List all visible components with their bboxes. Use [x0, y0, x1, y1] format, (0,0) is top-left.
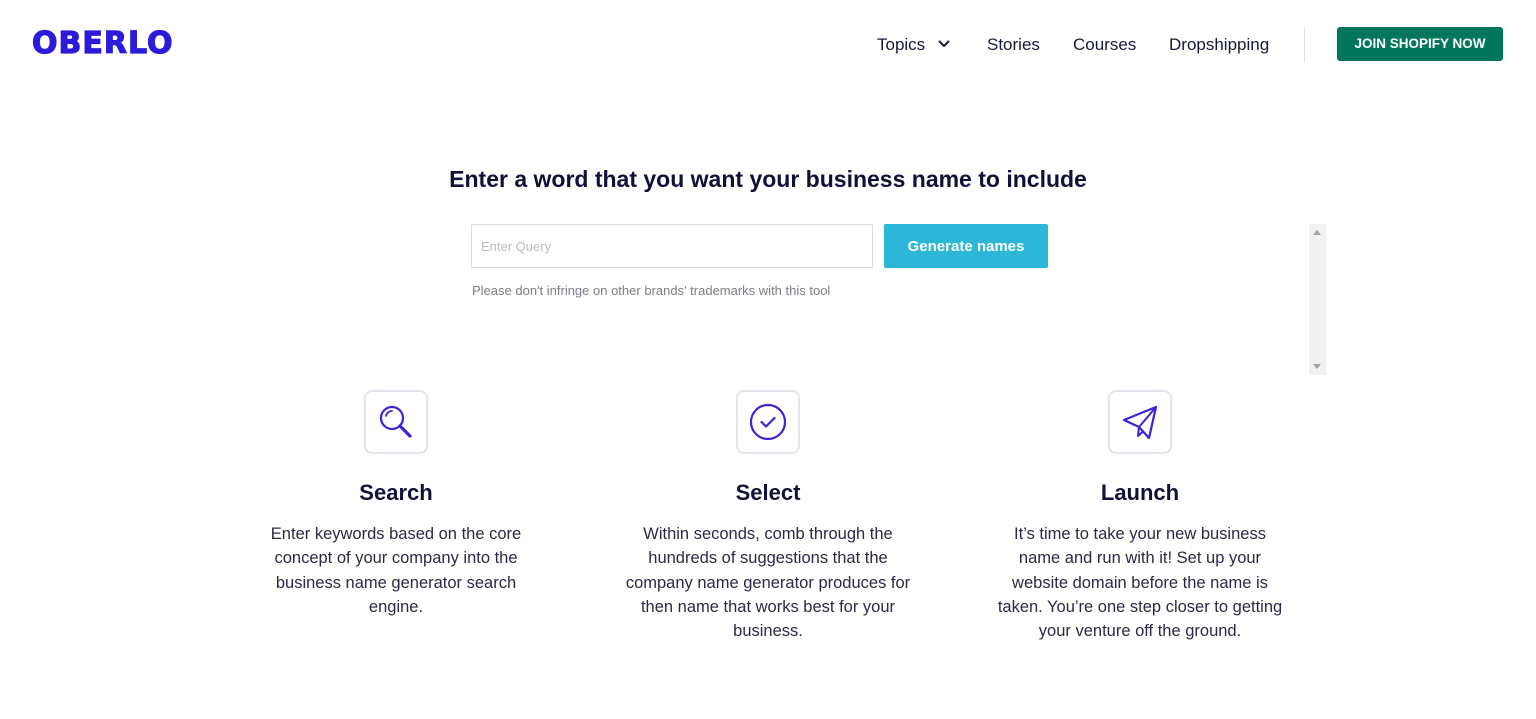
chevron-down-icon [938, 40, 950, 48]
desc-line: engine. [368, 597, 424, 616]
desc-line: name and run with it! Set up your [1018, 549, 1262, 568]
nav-item-courses[interactable]: Courses [1073, 33, 1136, 57]
nav-item-topics[interactable]: Topics [877, 33, 950, 57]
desc-line: your venture off the ground. [1038, 622, 1242, 641]
nav-divider [1304, 28, 1305, 62]
feature-description: It’s time to take your new business name… [980, 522, 1300, 643]
scroll-up-arrow-icon[interactable] [1313, 230, 1321, 235]
feature-icon-box [364, 390, 428, 454]
desc-line: taken. You’re one step closer to getting [997, 597, 1283, 616]
feature-launch: Launch It’s time to take your new busine… [980, 390, 1300, 643]
desc-line: Within seconds, comb through the [643, 525, 893, 543]
feature-title: Search [359, 480, 433, 505]
oberlo-logo[interactable]: OBERLO [31, 26, 174, 61]
feature-title: Launch [1100, 480, 1180, 505]
feature-search: Search Enter keywords based on the core … [236, 390, 556, 619]
desc-line: business. [733, 622, 803, 641]
query-input[interactable] [471, 224, 873, 268]
nav-item-label: Topics [877, 35, 926, 54]
feature-title: Select [735, 480, 801, 505]
trademark-disclaimer: Please don't infringe on other brands' t… [472, 283, 831, 298]
feature-icon-box [736, 390, 800, 454]
desc-line: Enter keywords based on the core [270, 525, 522, 543]
desc-line: website domain before the name is [1012, 573, 1268, 592]
desc-line: concept of your company into the [274, 549, 518, 568]
search-icon [379, 405, 412, 438]
generate-names-button[interactable]: Generate names [884, 224, 1048, 268]
nav-item-stories[interactable]: Stories [987, 33, 1040, 57]
feature-icon-box [1108, 390, 1172, 454]
desc-line: business name generator search [275, 573, 517, 592]
feature-description: Within seconds, comb through the hundred… [608, 522, 928, 643]
paper-plane-icon [1122, 405, 1158, 440]
desc-line: company name generator produces for [625, 573, 911, 592]
check-circle-icon [749, 403, 787, 441]
join-shopify-button[interactable]: JOIN SHOPIFY NOW [1337, 27, 1503, 61]
site-header: OBERLO Topics Stories Courses Dropshippi… [0, 0, 1536, 90]
page-headline: Enter a word that you want your business… [449, 166, 1087, 192]
desc-line: hundreds of suggestions that the [648, 549, 888, 568]
desc-line: then name that works best for your [640, 597, 896, 616]
results-scrollbar[interactable] [1309, 224, 1326, 375]
feature-select: Select Within seconds, comb through the … [608, 390, 928, 643]
desc-line: It’s time to take your new business [1014, 525, 1266, 543]
nav-item-dropshipping[interactable]: Dropshipping [1169, 33, 1269, 57]
scroll-down-arrow-icon[interactable] [1313, 364, 1321, 369]
feature-description: Enter keywords based on the core concept… [236, 522, 556, 619]
